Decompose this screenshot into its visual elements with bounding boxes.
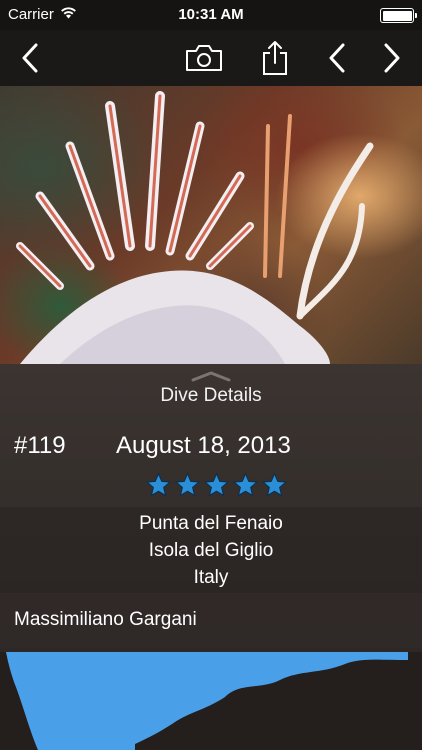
- camera-icon: [186, 45, 222, 71]
- dive-site: Punta del Fenaio: [139, 513, 283, 534]
- chevron-left-icon: [329, 43, 345, 73]
- previous-dive-button[interactable]: [315, 36, 359, 80]
- nudibranch-illustration: [16, 91, 374, 364]
- chevron-left-icon: [22, 43, 38, 73]
- buddy-name: Massimiliano Gargani: [14, 609, 197, 630]
- battery-icon: [380, 8, 417, 23]
- drawer-handle-icon[interactable]: [191, 369, 231, 382]
- back-button[interactable]: [8, 36, 52, 80]
- share-icon: [263, 41, 287, 75]
- buddy-row[interactable]: Massimiliano Gargani: [0, 594, 422, 648]
- navigation-bar: [0, 30, 422, 86]
- dive-details-panel: Dive Details #119 August 18, 2013 Punta …: [0, 364, 422, 652]
- battery-fill: [382, 10, 412, 21]
- star-icon[interactable]: [145, 472, 172, 499]
- details-title: Dive Details: [160, 385, 262, 406]
- dive-date: August 18, 2013: [116, 432, 291, 459]
- star-icon[interactable]: [232, 472, 259, 499]
- location-block[interactable]: Punta del Fenaio Isola del Giglio Italy: [0, 507, 422, 593]
- dive-photo[interactable]: [0, 86, 422, 364]
- dive-country: Italy: [193, 567, 229, 588]
- dive-profile-graph[interactable]: [0, 652, 422, 750]
- dive-region: Isola del Giglio: [148, 540, 274, 561]
- star-rating[interactable]: [145, 472, 288, 499]
- share-button[interactable]: [253, 36, 297, 80]
- dive-number: #119: [14, 432, 66, 459]
- dive-profile-chart: [0, 652, 408, 750]
- status-bar: Carrier 10:31 AM: [0, 0, 422, 30]
- star-icon[interactable]: [261, 472, 288, 499]
- star-icon[interactable]: [174, 472, 201, 499]
- next-dive-button[interactable]: [370, 36, 414, 80]
- chevron-right-icon: [384, 43, 400, 73]
- depth-profile-area: [0, 652, 408, 750]
- status-time: 10:31 AM: [178, 6, 244, 23]
- star-icon[interactable]: [203, 472, 230, 499]
- camera-button[interactable]: [182, 36, 226, 80]
